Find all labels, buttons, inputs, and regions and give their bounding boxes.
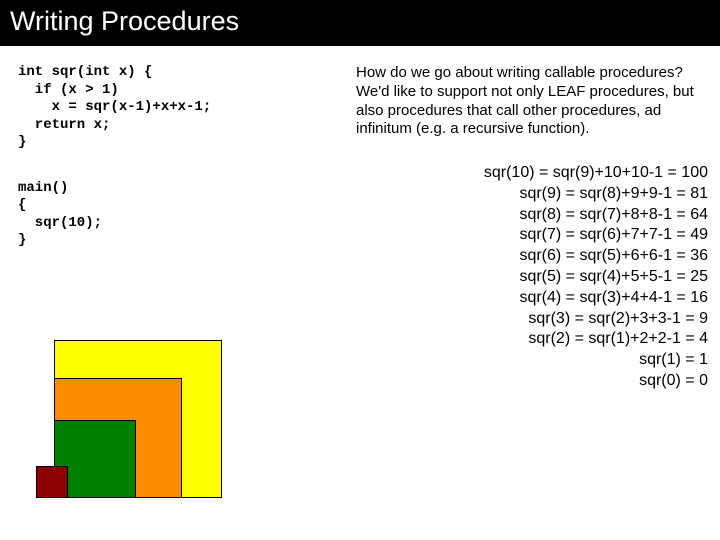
recursion-trace: sqr(10) = sqr(9)+10+10-1 = 100 sqr(9) = … [356,163,708,392]
right-column: How do we go about writing callable proc… [348,64,708,392]
trace-line: sqr(3) = sqr(2)+3+3-1 = 9 [356,309,708,330]
nested-squares-diagram [36,340,226,510]
trace-line: sqr(8) = sqr(7)+8+8-1 = 64 [356,205,708,226]
trace-line: sqr(4) = sqr(3)+4+4-1 = 16 [356,288,708,309]
trace-line: sqr(2) = sqr(1)+2+2-1 = 4 [356,329,708,350]
code-block-sqr: int sqr(int x) { if (x > 1) x = sqr(x-1)… [18,64,348,152]
square-darkred [36,466,68,498]
trace-line: sqr(6) = sqr(5)+6+6-1 = 36 [356,246,708,267]
trace-line: sqr(7) = sqr(6)+7+7-1 = 49 [356,225,708,246]
slide-title: Writing Procedures [0,0,720,46]
trace-line: sqr(10) = sqr(9)+10+10-1 = 100 [356,163,708,184]
code-block-main: main() { sqr(10); } [18,180,348,250]
trace-line: sqr(1) = 1 [356,350,708,371]
trace-line: sqr(0) = 0 [356,371,708,392]
trace-line: sqr(9) = sqr(8)+9+9-1 = 81 [356,184,708,205]
description-paragraph: How do we go about writing callable proc… [356,64,708,139]
trace-line: sqr(5) = sqr(4)+5+5-1 = 25 [356,267,708,288]
